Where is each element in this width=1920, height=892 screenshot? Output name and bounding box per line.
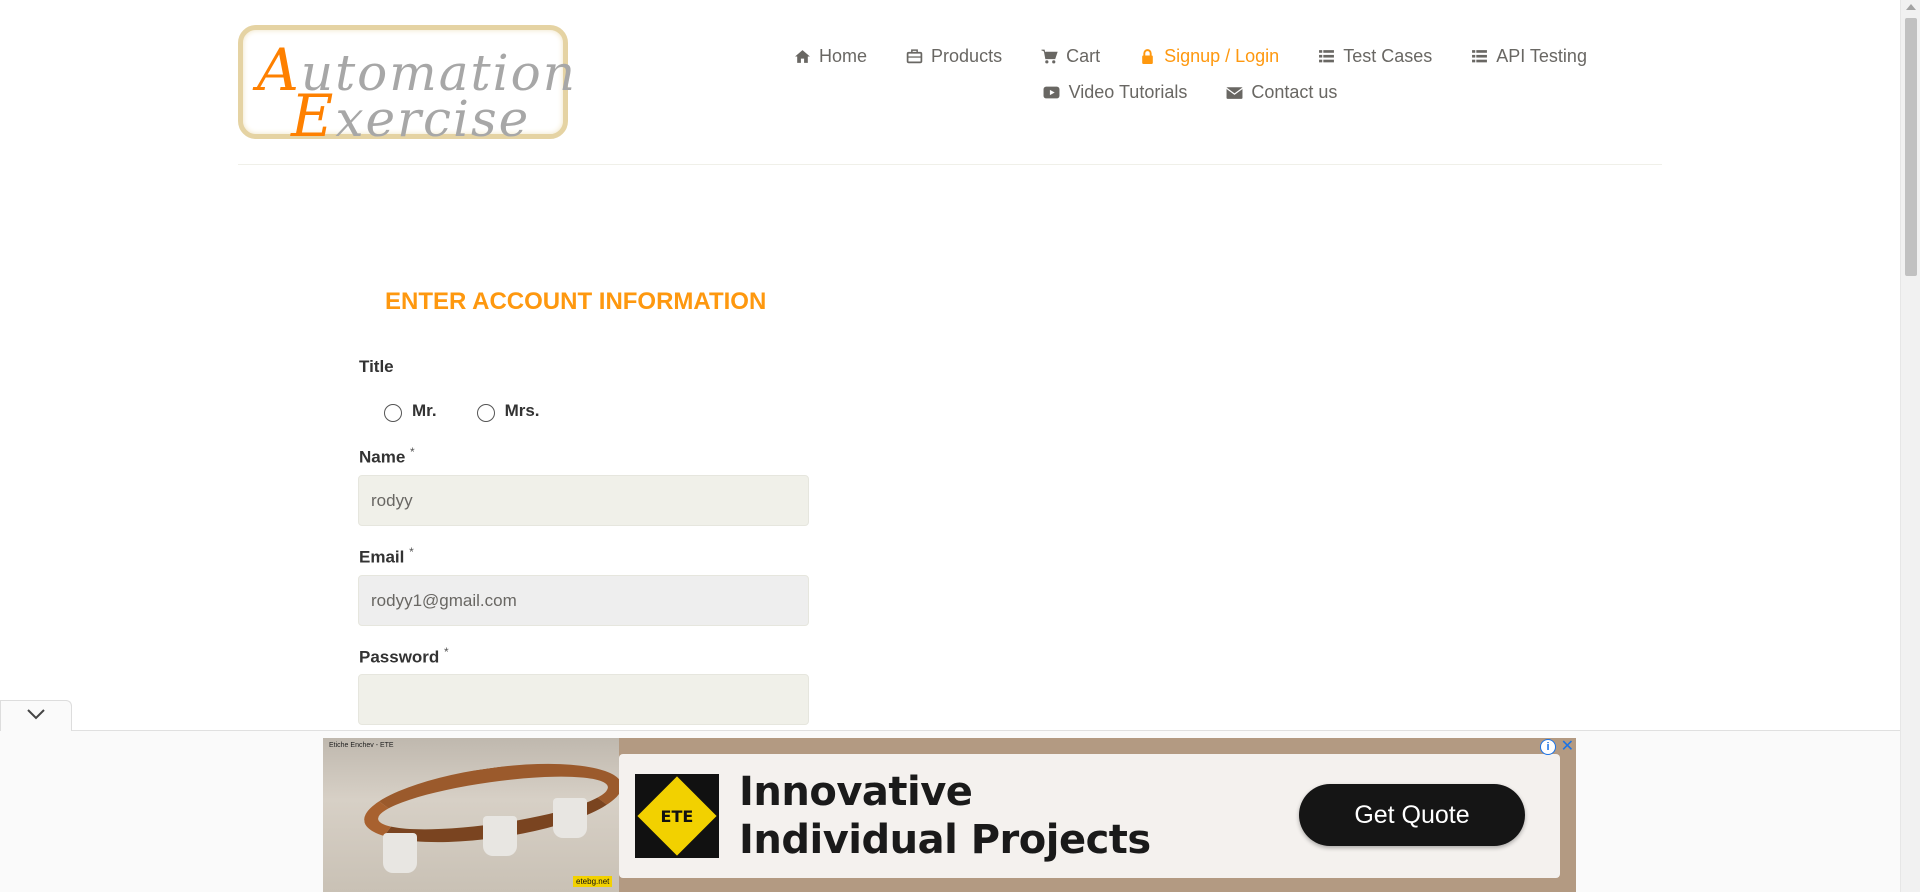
email-label: Email *	[359, 545, 414, 568]
form-title: ENTER ACCOUNT INFORMATION	[385, 288, 767, 315]
nav-products-label: Products	[931, 45, 1003, 66]
password-label: Password *	[359, 645, 449, 668]
radio-mr-label: Mr.	[412, 401, 437, 420]
chevron-down-icon	[26, 707, 46, 725]
password-field[interactable]	[358, 674, 809, 725]
ad-photo-badge: etebg.net	[573, 876, 613, 887]
header-divider	[238, 164, 1662, 165]
ad-photo: Etiche Enchev - ETE etebg.net	[323, 738, 619, 892]
ad-info-icon[interactable]: i	[1540, 739, 1556, 755]
logo-rest-2: xercise	[335, 90, 531, 148]
nav-home-label: Home	[819, 45, 868, 66]
nav-contact-us-label: Contact us	[1251, 81, 1338, 102]
nav-signup-login[interactable]: Signup / Login	[1138, 46, 1279, 67]
bench-base	[553, 798, 587, 838]
nav-home[interactable]: Home	[793, 46, 867, 67]
password-label-text: Password	[359, 647, 440, 667]
page: Automation Exercise Home Products Cart S…	[0, 0, 1920, 892]
nav-contact-us[interactable]: Contact us	[1225, 82, 1337, 103]
bench-base	[483, 816, 517, 856]
radio-option-mr[interactable]: Mr.	[384, 400, 437, 422]
ad-photo-caption: Etiche Enchev - ETE	[329, 742, 394, 749]
home-icon	[793, 48, 811, 64]
nav-test-cases-label: Test Cases	[1343, 45, 1433, 66]
nav-api-testing-label: API Testing	[1496, 45, 1587, 66]
required-mark: *	[409, 545, 414, 559]
nav-row-2: Video Tutorials Contact us	[740, 74, 1640, 110]
briefcase-icon	[905, 48, 923, 64]
page-scrollbar[interactable]	[1900, 0, 1920, 892]
nav-video-tutorials-label: Video Tutorials	[1068, 81, 1188, 102]
ad-collapse-button[interactable]	[0, 700, 72, 731]
logo-line-2: Exercise	[291, 82, 530, 150]
name-field[interactable]: rodyy	[358, 475, 809, 526]
cart-icon	[1040, 48, 1058, 64]
name-label-text: Name	[359, 447, 406, 467]
ad-cta-button[interactable]: Get Quote	[1299, 784, 1525, 846]
nav-api-testing[interactable]: API Testing	[1470, 46, 1587, 67]
ad-close-icon[interactable]: ✕	[1561, 736, 1574, 756]
logo-cap-e: E	[291, 82, 336, 150]
radio-mrs-label: Mrs.	[504, 401, 540, 420]
scroll-up-arrow-icon[interactable]	[1906, 4, 1916, 10]
ad-logo-diamond: ETE	[637, 776, 717, 856]
nav-signup-login-label: Signup / Login	[1164, 45, 1280, 66]
lock-icon	[1138, 48, 1156, 64]
name-label: Name *	[359, 445, 415, 468]
radio-option-mrs[interactable]: Mrs.	[476, 400, 540, 422]
required-mark: *	[444, 645, 449, 659]
nav-test-cases[interactable]: Test Cases	[1317, 46, 1432, 67]
nav-cart[interactable]: Cart	[1040, 46, 1100, 67]
radio-mr[interactable]	[384, 404, 402, 422]
main-nav: Home Products Cart Signup / Login Test C…	[740, 38, 1640, 110]
youtube-play-icon	[1043, 84, 1061, 100]
name-field-value: rodyy	[371, 490, 413, 510]
email-label-text: Email	[359, 547, 405, 567]
email-field-value: rodyy1@gmail.com	[371, 590, 517, 610]
email-field[interactable]: rodyy1@gmail.com	[358, 575, 809, 626]
ad-logo-text: ETE	[660, 806, 694, 826]
nav-cart-label: Cart	[1066, 45, 1101, 66]
ad-headline: Innovative Individual Projects	[739, 769, 1151, 863]
required-mark: *	[410, 445, 415, 459]
envelope-icon	[1225, 84, 1243, 100]
nav-video-tutorials[interactable]: Video Tutorials	[1043, 81, 1188, 103]
site-logo[interactable]: Automation Exercise	[238, 25, 575, 150]
nav-row-1: Home Products Cart Signup / Login Test C…	[740, 38, 1640, 74]
scroll-thumb[interactable]	[1905, 18, 1917, 276]
bench-base	[383, 833, 417, 873]
ad-logo: ETE	[635, 774, 719, 858]
list-icon	[1317, 48, 1335, 64]
radio-mrs[interactable]	[476, 404, 495, 422]
ad-panel: ETE Innovative Individual Projects Get Q…	[619, 754, 1560, 878]
title-label: Title	[359, 357, 394, 376]
title-radio-group: Mr. Mrs.	[384, 400, 540, 422]
ad-banner[interactable]: Etiche Enchev - ETE etebg.net ETE Innova…	[323, 738, 1576, 892]
nav-products[interactable]: Products	[905, 46, 1002, 67]
list-icon	[1470, 48, 1488, 64]
